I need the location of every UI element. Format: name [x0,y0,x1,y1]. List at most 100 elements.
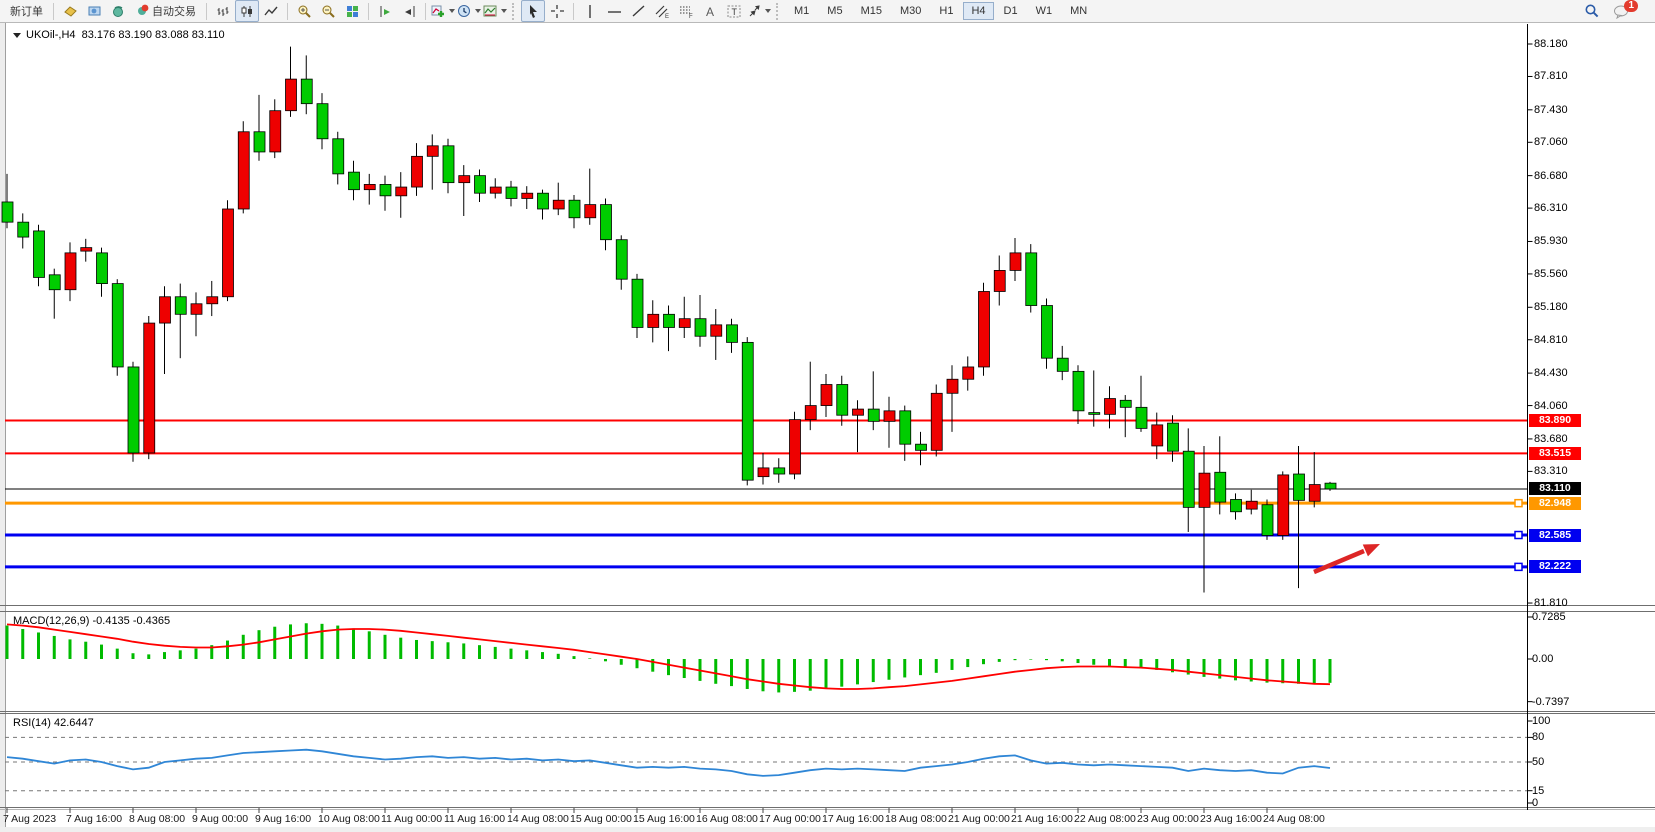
price-axis-tick: 87.430 [1534,104,1568,116]
price-axis-tick: 83.310 [1534,465,1568,477]
trend-arrow-head[interactable] [1363,544,1380,556]
candle-body [1010,253,1021,271]
price-badge: 82.222 [1529,560,1581,573]
rsi-indicator-label: RSI(14) 42.6447 [13,717,94,729]
candle-body [601,205,612,240]
chevron-down-icon [13,33,21,38]
candle-body [1215,472,1226,502]
date-axis-label[interactable]: 14 Aug 08:00 [507,813,569,825]
date-axis-label[interactable]: 17 Aug 16:00 [822,813,884,825]
candle-body [1057,358,1068,371]
rsi-axis-tick: 80 [1532,731,1544,743]
candle-body [727,325,738,343]
date-axis-label[interactable]: 7 Aug 2023 [3,813,56,825]
candle-body [1278,475,1289,536]
line-drag-handle[interactable] [1515,563,1522,570]
candle-body [979,291,990,366]
date-axis-label[interactable]: 15 Aug 00:00 [570,813,632,825]
date-axis-label[interactable]: 18 Aug 08:00 [885,813,947,825]
candle-body [412,156,423,187]
date-axis-label[interactable]: 15 Aug 16:00 [633,813,695,825]
candle-body [238,132,249,209]
candle-body [459,176,470,183]
date-axis-label[interactable]: 11 Aug 16:00 [444,813,505,825]
price-badge: 82.948 [1529,497,1581,510]
line-drag-handle[interactable] [1515,500,1522,507]
candle-body [1105,399,1116,415]
date-axis-label[interactable]: 8 Aug 08:00 [129,813,185,825]
price-axis-tick: 85.930 [1534,235,1568,247]
price-axis-tick: 86.310 [1534,202,1568,214]
date-axis-label[interactable]: 7 Aug 16:00 [66,813,122,825]
macd-indicator-label: MACD(12,26,9) -0.4135 -0.4365 [13,615,170,627]
price-badge: 83.515 [1529,447,1581,460]
candle-body [1325,483,1336,489]
date-axis-label[interactable]: 11 Aug 00:00 [381,813,442,825]
price-axis-tick: 84.430 [1534,367,1568,379]
date-axis-label[interactable]: 22 Aug 08:00 [1074,813,1136,825]
date-axis-label[interactable]: 24 Aug 08:00 [1263,813,1325,825]
candle-body [585,205,596,218]
date-axis-label[interactable]: 17 Aug 00:00 [759,813,821,825]
candle-body [884,411,895,422]
candle-body [916,444,927,450]
chart-canvas [0,0,1655,832]
candle-body [254,132,265,152]
rsi-axis-tick: 100 [1532,715,1550,727]
chart-ohlc-info: UKOil-,H4 83.176 83.190 83.088 83.110 [13,29,225,41]
candle-body [1294,474,1305,500]
date-axis-label[interactable]: 21 Aug 00:00 [948,813,1010,825]
date-axis-label[interactable]: 10 Aug 08:00 [318,813,380,825]
candle-body [97,253,108,284]
price-axis-tick: 84.810 [1534,334,1568,346]
candle-body [853,409,864,415]
candle-body [65,253,76,290]
price-axis-tick: 85.180 [1534,301,1568,313]
candle-body [994,270,1005,291]
candle-body [758,468,769,477]
price-axis-tick: 84.060 [1534,400,1568,412]
price-axis-tick: 88.180 [1534,38,1568,50]
candle-body [837,385,848,416]
candle-body [380,184,391,195]
candle-body [1262,505,1273,536]
chart-ohlc-values: 83.176 83.190 83.088 83.110 [82,29,225,41]
candle-body [1136,407,1147,428]
line-drag-handle[interactable] [1515,532,1522,539]
rsi-axis-tick: 15 [1532,785,1544,797]
candle-body [1168,423,1179,451]
candle-body [522,193,533,198]
candle-body [1120,400,1131,407]
candle-body [2,202,13,222]
price-axis-tick: 85.560 [1534,268,1568,280]
date-axis-label[interactable]: 9 Aug 00:00 [192,813,248,825]
candle-body [742,342,753,480]
candle-body [947,379,958,393]
price-badge: 82.585 [1529,529,1581,542]
candle-body [175,297,186,315]
candle-body [333,139,344,174]
candle-body [1231,499,1242,511]
date-axis-label[interactable]: 23 Aug 16:00 [1200,813,1262,825]
price-axis-tick: 81.810 [1534,597,1568,609]
candle-body [1246,501,1257,509]
rsi-axis-tick: 50 [1532,756,1544,768]
candle-body [34,231,45,278]
candle-body [569,200,580,218]
candle-body [427,146,438,157]
candle-body [490,187,501,193]
candle-body [790,420,801,474]
date-axis-label[interactable]: 21 Aug 16:00 [1011,813,1073,825]
candle-body [112,284,123,367]
candle-body [144,323,155,453]
trend-arrow-line[interactable] [1314,551,1364,572]
macd-signal-line [7,624,1330,689]
candle-body [1199,473,1210,507]
date-axis-label[interactable]: 16 Aug 08:00 [696,813,758,825]
price-axis-tick: 83.680 [1534,433,1568,445]
date-axis-label[interactable]: 23 Aug 00:00 [1137,813,1199,825]
candle-body [900,411,911,444]
candle-body [207,297,218,304]
date-axis-label[interactable]: 9 Aug 16:00 [255,813,311,825]
candle-body [223,209,234,297]
